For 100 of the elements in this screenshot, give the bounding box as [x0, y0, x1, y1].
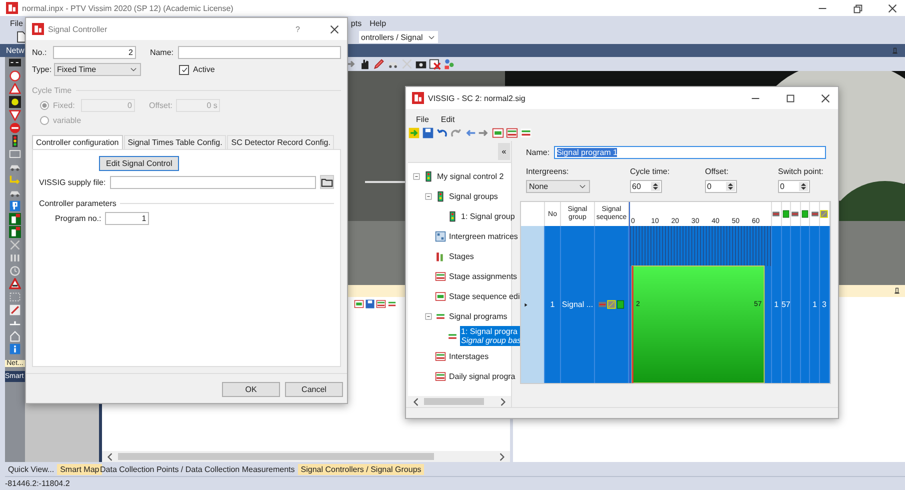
- row-pointer-icon: [523, 302, 529, 308]
- field-label: Program no.:: [55, 214, 102, 223]
- caret-icon: [129, 65, 138, 74]
- tree-item[interactable]: Stage assignments: [448, 270, 518, 282]
- table-cell: 1: [772, 226, 782, 383]
- scrollbar[interactable]: [102, 451, 510, 462]
- field-label: Offset:: [149, 101, 172, 110]
- help-button[interactable]: ?: [296, 24, 300, 34]
- signal-state-icon: [607, 300, 616, 309]
- tree-item[interactable]: Stages: [448, 250, 475, 262]
- stop-sign-icon[interactable]: [9, 122, 21, 134]
- browse-button[interactable]: [320, 175, 334, 189]
- undo-icon[interactable]: [436, 126, 448, 138]
- table-cell: 57: [782, 226, 792, 383]
- info-icon[interactable]: [9, 343, 21, 355]
- tree-item[interactable]: Signal programs: [448, 310, 508, 322]
- triangle-sign-icon[interactable]: [9, 83, 21, 95]
- expander-icon[interactable]: [412, 172, 421, 180]
- tree-item[interactable]: Interstages: [448, 350, 490, 362]
- pin-icon[interactable]: [893, 287, 901, 295]
- matrix-icon: [435, 230, 446, 242]
- spin-field[interactable]: 0: [778, 180, 810, 193]
- table-icon: [435, 290, 446, 302]
- spin-field[interactable]: 60: [630, 180, 662, 193]
- signal-icon[interactable]: [9, 213, 21, 225]
- active-checkbox[interactable]: [179, 64, 189, 74]
- dialog-button[interactable]: Cancel: [285, 382, 343, 397]
- delete-icon[interactable]: [429, 58, 441, 70]
- table-icon[interactable]: [376, 299, 386, 309]
- spinner-icon[interactable]: [799, 182, 808, 191]
- edit-button[interactable]: Edit Signal Control: [99, 156, 180, 171]
- close-icon[interactable]: [328, 22, 341, 36]
- list-icon[interactable]: [520, 126, 532, 138]
- road-icon[interactable]: [9, 57, 21, 69]
- field-label: Offset:: [705, 167, 730, 176]
- tab[interactable]: Quick View...: [5, 464, 58, 474]
- open-icon[interactable]: [408, 126, 420, 138]
- arrow-icon[interactable]: [345, 58, 357, 70]
- sign-icon[interactable]: [9, 200, 21, 212]
- tab[interactable]: Signal Controllers / Signal Groups: [298, 464, 424, 474]
- tab[interactable]: Signal Times Table Config.: [124, 135, 226, 149]
- table-icon: [435, 350, 446, 362]
- tree-item[interactable]: 1: Signal group: [460, 210, 516, 222]
- house-icon[interactable]: [9, 330, 21, 342]
- window-title: VISSIG - SC 2: normal2.sig: [428, 94, 526, 102]
- signal-icon: [435, 190, 446, 202]
- spin-field[interactable]: 0: [705, 180, 737, 193]
- save-icon[interactable]: [365, 299, 375, 309]
- expander-icon[interactable]: [424, 312, 433, 320]
- dialog-button[interactable]: OK: [222, 382, 280, 397]
- app-icon: [32, 23, 44, 35]
- collapse-button[interactable]: «: [498, 143, 510, 160]
- app-icon: [412, 92, 424, 104]
- traffic-light-icon: [423, 170, 434, 182]
- menu-item[interactable]: Help: [368, 18, 388, 28]
- number-field[interactable]: 2: [53, 46, 136, 59]
- list-icon[interactable]: [387, 299, 397, 309]
- tree-item[interactable]: Signal groups: [448, 190, 499, 202]
- group-title: Cycle Time: [32, 86, 72, 95]
- field-label: Intergreens:: [526, 167, 570, 176]
- intergreens-dropdown[interactable]: None: [526, 180, 590, 193]
- circle-sign-icon[interactable]: [9, 70, 21, 82]
- signal-icon[interactable]: [9, 226, 21, 238]
- close-icon[interactable]: [819, 92, 832, 104]
- menu-item[interactable]: File: [8, 18, 25, 28]
- scrollbar[interactable]: [408, 396, 511, 407]
- hand-icon[interactable]: [359, 58, 371, 70]
- field-label: VISSIG supply file:: [39, 178, 106, 186]
- menu-item[interactable]: File: [414, 115, 431, 124]
- group-title: Controller parameters: [39, 199, 116, 208]
- menu-item[interactable]: Edit: [438, 115, 457, 124]
- triangle-sign-icon[interactable]: [9, 109, 21, 121]
- tab[interactable]: SC Detector Record Config.: [227, 135, 334, 149]
- spinner-icon[interactable]: [651, 182, 660, 191]
- type-dropdown[interactable]: Fixed Time: [54, 63, 141, 76]
- save-icon[interactable]: [422, 126, 434, 138]
- list-selector[interactable]: ontrollers / Signal: [359, 31, 438, 43]
- tree-item[interactable]: 1: Signal progra Signal group bas: [460, 326, 522, 346]
- tab[interactable]: Controller configuration: [32, 135, 123, 149]
- name-field[interactable]: [178, 46, 341, 59]
- bars-icon[interactable]: [9, 252, 21, 264]
- field-label: Type:: [32, 65, 50, 74]
- table-icon[interactable]: [492, 126, 504, 138]
- table-icon[interactable]: [506, 126, 518, 138]
- table-icon[interactable]: [354, 299, 364, 309]
- tree-item[interactable]: Daily signal progra: [448, 370, 516, 382]
- panel-title: Netw: [6, 46, 24, 55]
- tree-item[interactable]: Stage sequence edi: [448, 290, 521, 302]
- menu-item[interactable]: pts: [348, 18, 364, 28]
- tree-item[interactable]: Intergreen matrices: [448, 230, 519, 242]
- map-icon[interactable]: [9, 304, 21, 316]
- spinner-icon[interactable]: [726, 182, 735, 191]
- file-field[interactable]: [110, 176, 316, 188]
- field-label: Name:: [150, 48, 174, 57]
- close-icon[interactable]: [886, 2, 899, 14]
- expander-icon[interactable]: [424, 192, 433, 200]
- number-field[interactable]: 1: [105, 212, 150, 225]
- name-field[interactable]: Signal program 1: [554, 146, 826, 159]
- warning-icon[interactable]: [9, 278, 21, 290]
- tree-item[interactable]: My signal control 2: [436, 170, 505, 182]
